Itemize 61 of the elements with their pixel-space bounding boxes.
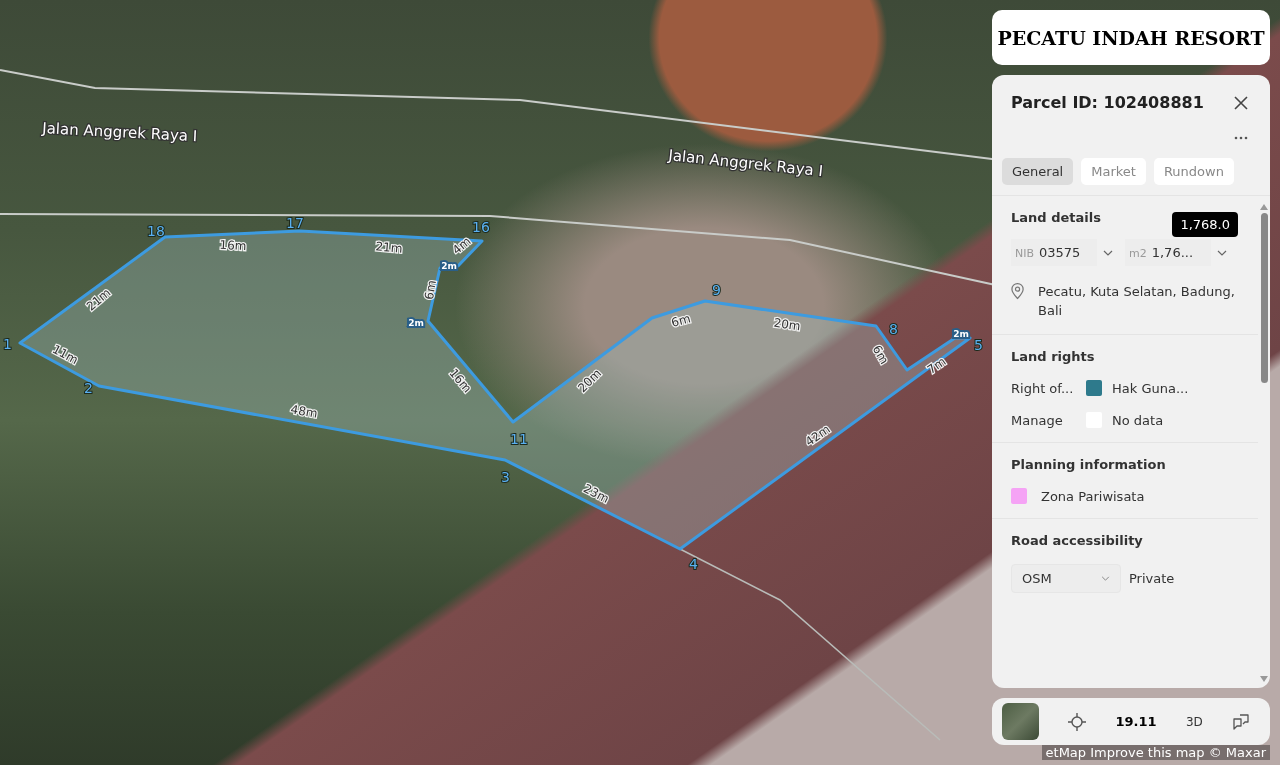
- edge-length-label: 7m: [924, 354, 949, 377]
- edge-length-label: 2m: [408, 317, 424, 328]
- tab[interactable]: Rundown: [1153, 158, 1234, 185]
- section-heading: Planning information: [1011, 457, 1167, 472]
- vertex-label: 3: [501, 469, 510, 485]
- chevron-down-icon[interactable]: [1217, 249, 1227, 256]
- edge-length-label: 21m: [375, 239, 404, 256]
- vertex-label: 18: [147, 223, 165, 239]
- tab[interactable]: General: [1002, 158, 1074, 185]
- edge-length-label: 6m: [421, 279, 440, 301]
- 3d-toggle[interactable]: 3D: [1185, 714, 1203, 729]
- vertex-label: 5: [974, 337, 983, 353]
- source-dropdown[interactable]: OSM: [1011, 564, 1121, 593]
- vertex-label: 2: [84, 380, 93, 396]
- location-pin-icon: [1011, 282, 1025, 300]
- edge-length-label: 48m: [289, 402, 319, 421]
- scrollbar-thumb[interactable]: [1260, 213, 1268, 383]
- row-value: No data: [1112, 412, 1164, 428]
- edge-length-label: 16m: [219, 237, 247, 254]
- crosshair-icon[interactable]: [1068, 712, 1087, 731]
- section-heading: Road accessibility: [1011, 533, 1144, 548]
- chat-icon[interactable]: [1232, 712, 1250, 731]
- area-field[interactable]: m2 1,76...: [1125, 239, 1211, 266]
- tab[interactable]: Market: [1081, 158, 1146, 185]
- parcel-title: Parcel ID: 102408881: [1011, 93, 1204, 112]
- row-label: Manage: [1011, 412, 1064, 428]
- row-value: Hak Guna...: [1112, 380, 1189, 396]
- street-label: Jalan Anggrek Raya I: [667, 146, 824, 181]
- vertex-label: 4: [689, 556, 698, 572]
- edge-length-label: 11m: [50, 342, 81, 368]
- map-attribution: etMap Improve this map © Maxar: [1041, 745, 1270, 760]
- edge-length-label: 20m: [772, 315, 802, 334]
- vertex-label: 8: [889, 321, 898, 337]
- zoom-level: 19.11: [1115, 714, 1157, 729]
- vertex-label: 16: [472, 219, 490, 235]
- resort-title: PECATU INDAH RESORT: [992, 10, 1270, 65]
- nib-field[interactable]: NIB 03575: [1011, 239, 1097, 266]
- street-label: Jalan Anggrek Raya I: [41, 119, 198, 146]
- edge-length-label: 2m: [953, 328, 969, 339]
- vertex-label: 11: [510, 431, 528, 447]
- close-icon[interactable]: [1234, 95, 1248, 110]
- row-label: Right of...: [1011, 380, 1075, 396]
- chevron-down-icon: [1101, 576, 1110, 581]
- edge-length-label: 4m: [449, 234, 474, 258]
- edge-length-label: 23m: [581, 481, 612, 506]
- section-heading: Land details: [1011, 210, 1101, 225]
- section-heading: Land rights: [1011, 349, 1096, 364]
- value-tooltip: 1,768.0: [1172, 212, 1238, 237]
- more-icon[interactable]: [1234, 136, 1248, 140]
- edge-length-label: 6m: [869, 342, 892, 367]
- zone-label: Zona Pariwisata: [1041, 488, 1145, 504]
- chevron-down-icon[interactable]: [1103, 249, 1113, 256]
- edge-length-label: 6m: [669, 311, 692, 330]
- vertex-label: 17: [286, 215, 304, 231]
- address-text: Pecatu, Kuta Selatan, Badung, Bali: [1038, 283, 1236, 320]
- vertex-label: 1: [3, 336, 12, 352]
- edge-length-label: 2m: [441, 260, 457, 271]
- satellite-thumbnail[interactable]: [1002, 703, 1039, 740]
- road-value: Private: [1129, 571, 1175, 586]
- edge-length-label: 42m: [802, 422, 833, 450]
- vertex-label: 9: [712, 282, 721, 298]
